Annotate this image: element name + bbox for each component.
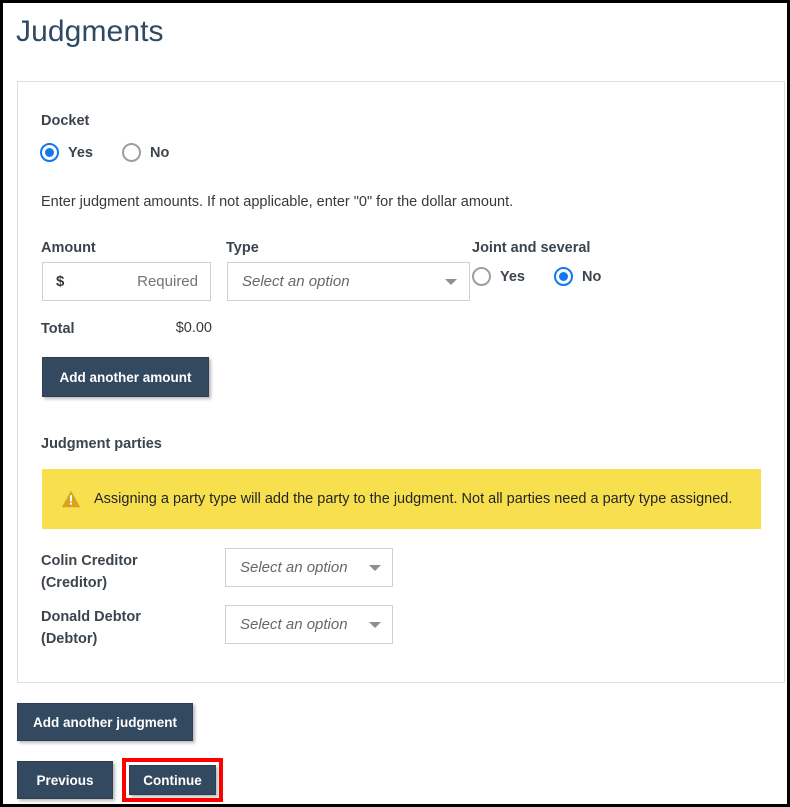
warning-triangle-icon — [61, 490, 81, 508]
add-another-amount-button[interactable]: Add another amount — [42, 357, 209, 397]
add-another-judgment-button[interactable]: Add another judgment — [17, 703, 193, 741]
party-2-type-select[interactable]: Select an option — [225, 605, 393, 644]
party-name-1: Colin Creditor (Creditor) — [41, 550, 216, 594]
previous-button[interactable]: Previous — [17, 761, 113, 799]
radio-selected-icon — [40, 143, 59, 162]
party-2-role: (Debtor) — [41, 631, 98, 647]
party-1-type-value: Select an option — [240, 559, 348, 576]
joint-radio-yes-label: Yes — [500, 268, 525, 285]
party-1-full-name: Colin Creditor — [41, 553, 138, 569]
radio-unselected-icon — [472, 267, 491, 286]
judgment-card: Docket Yes No Enter judgment amounts. If… — [17, 81, 785, 683]
amount-placeholder: Required — [137, 273, 198, 290]
joint-radio-yes[interactable]: Yes — [472, 267, 525, 286]
total-label: Total — [41, 321, 75, 337]
amount-label: Amount — [41, 240, 96, 256]
party-1-type-select[interactable]: Select an option — [225, 548, 393, 587]
joint-radio-no-label: No — [582, 268, 602, 285]
type-select-value: Select an option — [242, 273, 350, 290]
radio-unselected-icon — [122, 143, 141, 162]
joint-and-several-label: Joint and several — [472, 240, 591, 256]
radio-selected-icon — [554, 267, 573, 286]
docket-radio-no[interactable]: No — [122, 143, 169, 162]
total-value: $0.00 — [175, 320, 212, 336]
docket-label: Docket — [41, 113, 90, 129]
warning-banner: Assigning a party type will add the part… — [42, 469, 761, 529]
screenshot-frame: Judgments Docket Yes No Enter judgment a… — [0, 0, 790, 807]
type-select[interactable]: Select an option — [227, 262, 470, 301]
continue-button-highlight: Continue — [122, 758, 223, 802]
currency-prefix: $ — [56, 273, 65, 290]
chevron-down-icon — [369, 564, 381, 571]
page-content: Judgments Docket Yes No Enter judgment a… — [3, 3, 787, 804]
amount-input[interactable]: $ Required — [42, 262, 211, 301]
docket-radio-yes-label: Yes — [68, 144, 93, 161]
warning-text: Assigning a party type will add the part… — [94, 491, 733, 507]
chevron-down-icon — [445, 278, 457, 285]
instructions-text: Enter judgment amounts. If not applicabl… — [41, 194, 514, 210]
party-2-type-value: Select an option — [240, 616, 348, 633]
joint-radio-no[interactable]: No — [554, 267, 601, 286]
joint-radio-group[interactable]: Yes No — [472, 267, 601, 286]
party-2-full-name: Donald Debtor — [41, 609, 141, 625]
judgment-parties-heading: Judgment parties — [41, 436, 162, 452]
page-title: Judgments — [16, 15, 164, 48]
chevron-down-icon — [369, 621, 381, 628]
docket-radio-yes[interactable]: Yes — [40, 143, 93, 162]
continue-button[interactable]: Continue — [129, 765, 216, 795]
party-name-2: Donald Debtor (Debtor) — [41, 606, 216, 650]
docket-radio-no-label: No — [150, 144, 170, 161]
type-label: Type — [226, 240, 259, 256]
party-1-role: (Creditor) — [41, 575, 108, 591]
docket-radio-group[interactable]: Yes No — [40, 143, 169, 162]
